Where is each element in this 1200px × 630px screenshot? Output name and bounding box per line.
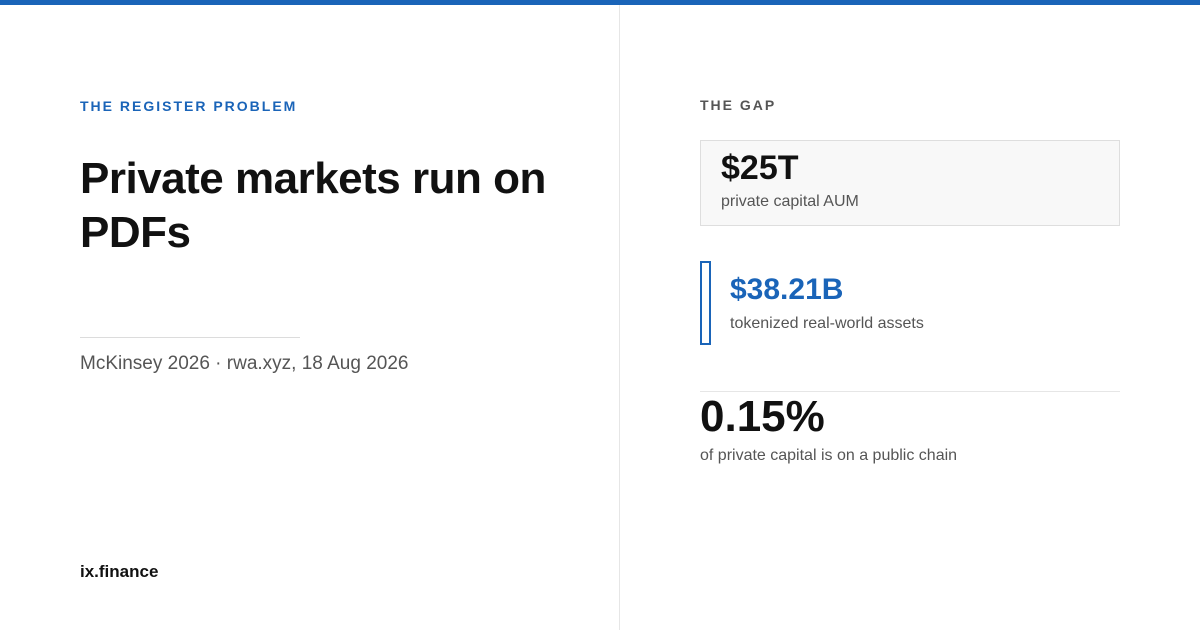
brand-wordmark: ix.finance bbox=[80, 562, 159, 581]
vertical-divider bbox=[619, 5, 620, 630]
headline: Private markets run on PDFs bbox=[80, 154, 546, 257]
stat-card-tokenized-assets: $38.21B tokenized real-world assets bbox=[700, 261, 1120, 349]
gap-eyebrow: THE GAP bbox=[700, 97, 777, 113]
section-eyebrow: THE REGISTER PROBLEM bbox=[80, 98, 298, 114]
accent-marker bbox=[700, 261, 711, 345]
source-citation: McKinsey 2026 · rwa.xyz, 18 Aug 2026 bbox=[80, 353, 409, 374]
right-panel: THE GAP $25T private capital AUM $38.21B… bbox=[700, 0, 1120, 630]
stat-value: 0.15% bbox=[700, 392, 825, 441]
stat-value: $25T bbox=[721, 149, 799, 187]
stat-label: private capital AUM bbox=[721, 193, 859, 210]
left-panel: THE REGISTER PROBLEM Private markets run… bbox=[80, 0, 580, 630]
stat-label: tokenized real-world assets bbox=[730, 315, 924, 332]
stat-value-highlight: $38.21B bbox=[730, 273, 844, 306]
stat-card-private-capital: $25T private capital AUM bbox=[700, 140, 1120, 226]
horizontal-rule bbox=[80, 337, 300, 338]
stat-label: of private capital is on a public chain bbox=[700, 447, 958, 464]
